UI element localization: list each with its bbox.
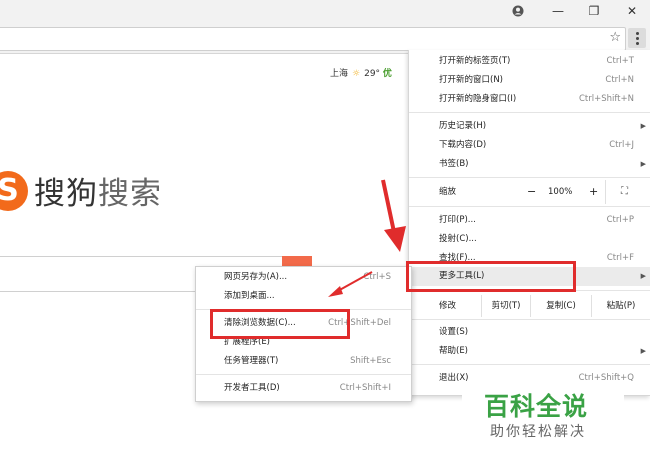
arrow-down-head	[384, 226, 406, 252]
arrow-left-shaft	[335, 271, 373, 293]
watermark-subtitle: 助你轻松解决	[490, 424, 586, 440]
arrow-left-head	[328, 286, 343, 297]
arrow-down-shaft	[381, 179, 396, 233]
watermark: 百科全说 助你轻松解决	[462, 383, 624, 474]
watermark-title: 百科全说	[484, 392, 589, 421]
